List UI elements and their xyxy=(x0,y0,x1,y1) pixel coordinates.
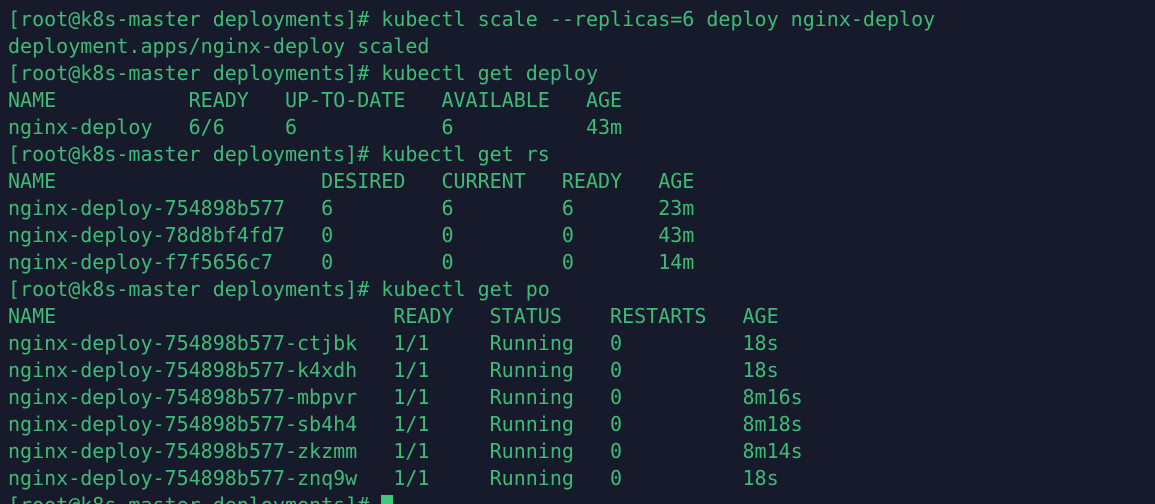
terminal-screen[interactable]: [root@k8s-master deployments]# kubectl s… xyxy=(0,0,1155,504)
table-header-line: NAME READY STATUS RESTARTS AGE xyxy=(8,303,1155,330)
command-line: [root@k8s-master deployments]# kubectl s… xyxy=(8,6,1155,33)
table-row-line: nginx-deploy-754898b577-mbpvr 1/1 Runnin… xyxy=(8,384,1155,411)
command-line: [root@k8s-master deployments]# kubectl g… xyxy=(8,141,1155,168)
table-row-line: nginx-deploy 6/6 6 6 43m xyxy=(8,114,1155,141)
table-row-line: nginx-deploy-f7f5656c7 0 0 0 14m xyxy=(8,249,1155,276)
table-row-line: nginx-deploy-754898b577 6 6 6 23m xyxy=(8,195,1155,222)
table-row-line: nginx-deploy-754898b577-k4xdh 1/1 Runnin… xyxy=(8,357,1155,384)
table-row-line: nginx-deploy-754898b577-ctjbk 1/1 Runnin… xyxy=(8,330,1155,357)
table-header-line: NAME READY UP-TO-DATE AVAILABLE AGE xyxy=(8,87,1155,114)
prompt-line: [root@k8s-master deployments]# xyxy=(8,492,1155,504)
command-line: [root@k8s-master deployments]# kubectl g… xyxy=(8,60,1155,87)
table-row-line: nginx-deploy-754898b577-sb4h4 1/1 Runnin… xyxy=(8,411,1155,438)
table-row-line: nginx-deploy-754898b577-zkzmm 1/1 Runnin… xyxy=(8,438,1155,465)
table-row-line: nginx-deploy-754898b577-znq9w 1/1 Runnin… xyxy=(8,465,1155,492)
terminal-cursor xyxy=(381,495,393,504)
table-header-line: NAME DESIRED CURRENT READY AGE xyxy=(8,168,1155,195)
table-row-line: nginx-deploy-78d8bf4fd7 0 0 0 43m xyxy=(8,222,1155,249)
output-line: deployment.apps/nginx-deploy scaled xyxy=(8,33,1155,60)
command-line: [root@k8s-master deployments]# kubectl g… xyxy=(8,276,1155,303)
